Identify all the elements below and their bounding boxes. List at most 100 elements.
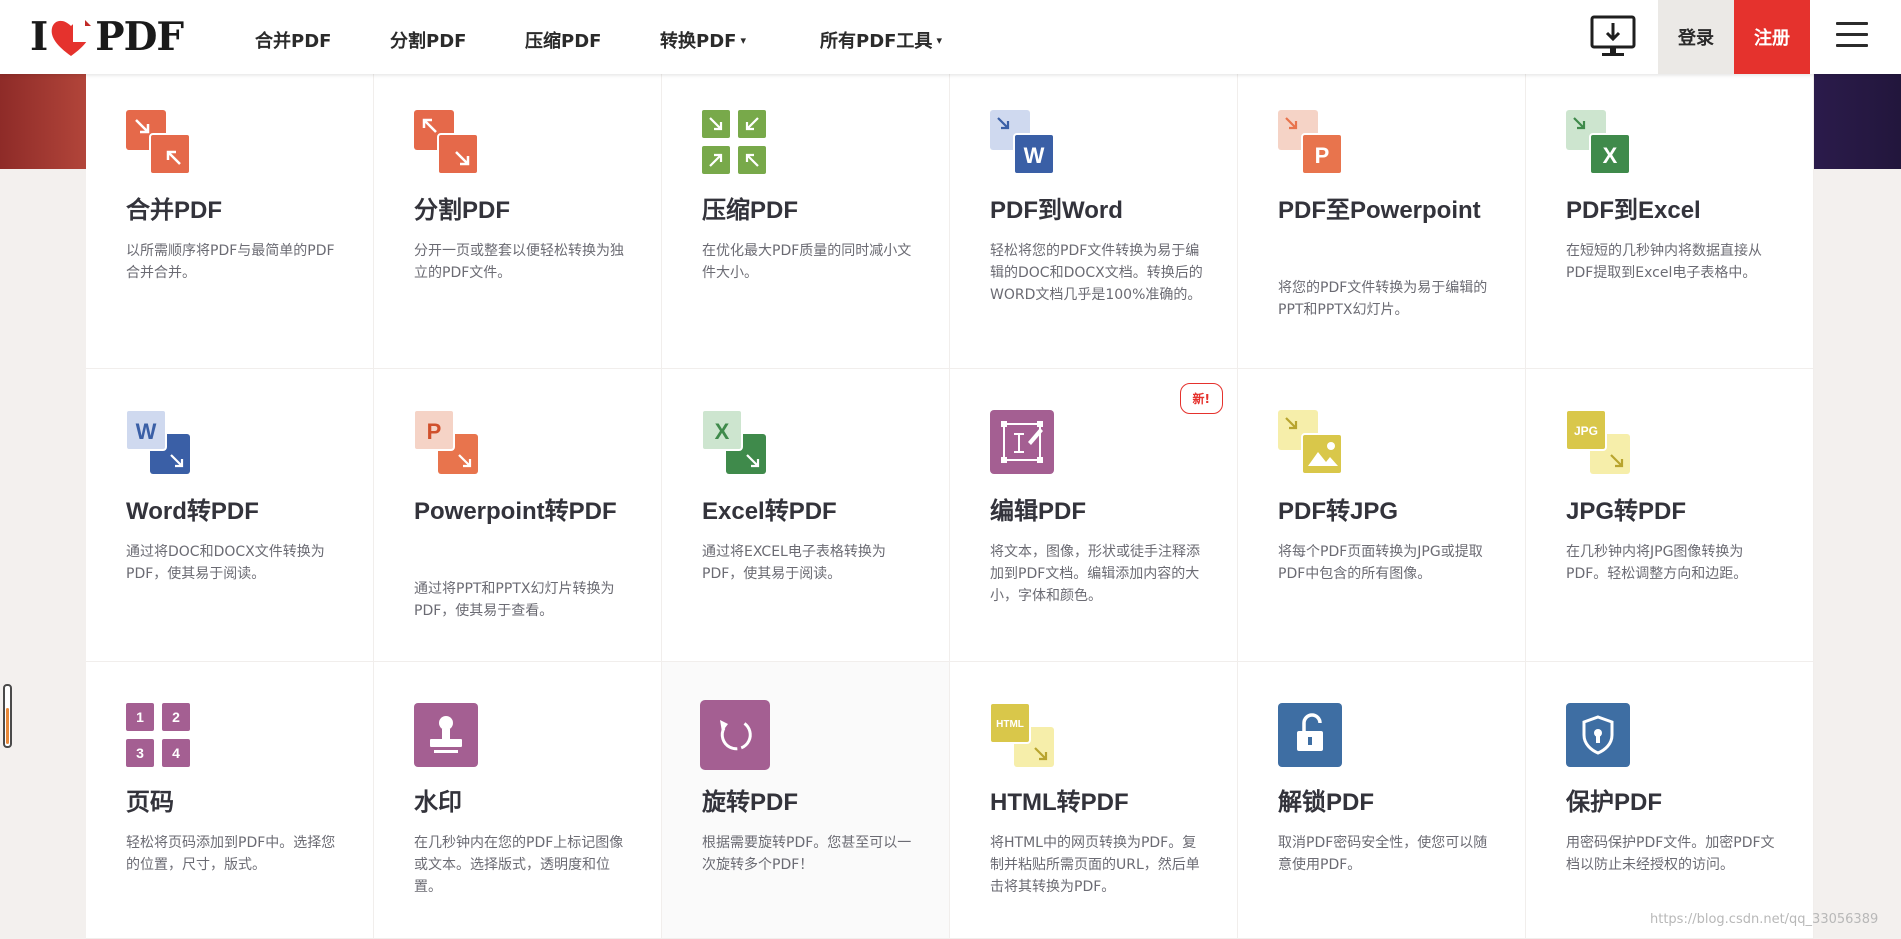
nav-all-tools[interactable]: 所有PDF工具 ▾ xyxy=(820,27,942,53)
tool-title: 合并PDF xyxy=(126,197,222,224)
tool-title: PDF到Word xyxy=(990,197,1123,224)
scroll-thumb[interactable] xyxy=(6,708,9,744)
jpg-to-pdf-icon: JPG xyxy=(1565,409,1632,476)
tool-title: HTML转PDF xyxy=(990,789,1129,816)
page-numbers-icon: 1 2 3 4 xyxy=(126,703,192,769)
tool-title: PDF至Powerpoint xyxy=(1278,197,1481,224)
pdf-to-jpg-icon xyxy=(1278,410,1344,476)
tool-description: 在短短的几秒钟内将数据直接从PDF提取到Excel电子表格中。 xyxy=(1566,243,1762,281)
excel-to-pdf-icon: X xyxy=(701,409,768,476)
svg-text:X: X xyxy=(1603,143,1618,168)
tool-card-pdf-to-powerpoint[interactable]: P PDF至Powerpoint 将您的PDF文件转换为易于编辑的PPT和PPT… xyxy=(1238,74,1526,369)
tool-card-html-to-pdf[interactable]: HTML HTML转PDF 将HTML中的网页转换为PDF。复制并粘贴所需页面的… xyxy=(950,662,1238,939)
hamburger-menu-icon[interactable] xyxy=(1836,22,1868,50)
tool-card-split[interactable]: 分割PDF 分开一页或整套以便轻松转换为独立的PDF文件。 xyxy=(374,74,662,369)
merge-icon xyxy=(126,110,192,176)
tool-description: 通过将PPT和PPTX幻灯片转换为PDF，使其易于查看。 xyxy=(414,581,615,619)
tool-card-unlock-pdf[interactable]: 解锁PDF 取消PDF密码安全性，使您可以随意使用PDF。 xyxy=(1238,662,1526,939)
tool-description: 分开一页或整套以便轻松转换为独立的PDF文件。 xyxy=(414,243,624,281)
word-to-pdf-icon: W xyxy=(125,409,192,476)
nav-label: 分割PDF xyxy=(390,31,467,52)
top-header: I PDF 合并PDF 分割PDF 压缩PDF 转换PDF ▾ 所有PDF工具 ▾ … xyxy=(0,0,1901,74)
tool-title: PDF转JPG xyxy=(1278,498,1399,525)
svg-text:X: X xyxy=(715,419,730,444)
compress-icon xyxy=(702,110,768,176)
tool-title: 保护PDF xyxy=(1566,789,1662,816)
unlock-pdf-icon xyxy=(1278,703,1344,769)
tool-title: 分割PDF xyxy=(414,197,510,224)
protect-pdf-icon xyxy=(1566,703,1632,769)
tool-title: 编辑PDF xyxy=(990,498,1086,525)
tool-title: Excel转PDF xyxy=(702,498,837,525)
tool-description: 在几秒钟内将JPG图像转换为PDF。轻松调整方向和边距。 xyxy=(1566,544,1748,582)
tool-card-compress[interactable]: 压缩PDF 在优化最大PDF质量的同时减小文件大小。 xyxy=(662,74,950,369)
tool-description: 以所需顺序将PDF与最简单的PDF合并合并。 xyxy=(126,243,335,281)
html-to-pdf-icon: HTML xyxy=(989,702,1056,769)
nav-compress-pdf[interactable]: 压缩PDF xyxy=(525,27,601,53)
tool-card-page-numbers[interactable]: 1 2 3 4 页码 轻松将页码添加到PDF中。选择您的位置，尺寸，版式。 xyxy=(86,662,374,939)
watermark-icon xyxy=(414,703,480,769)
svg-text:2: 2 xyxy=(172,709,180,725)
heart-logo-icon xyxy=(49,16,93,58)
tool-card-excel-to-pdf[interactable]: X Excel转PDF 通过将EXCEL电子表格转换为PDF，使其易于阅读。 xyxy=(662,369,950,662)
pdf-to-powerpoint-icon: P xyxy=(1278,110,1344,176)
tool-description: 用密码保护PDF文件。加密PDF文档以防止未经授权的访问。 xyxy=(1566,835,1775,873)
login-button[interactable]: 登录 xyxy=(1658,0,1734,74)
tool-title: Word转PDF xyxy=(126,498,259,525)
tool-card-rotate-pdf[interactable]: 旋转PDF 根据需要旋转PDF。您甚至可以一次旋转多个PDF！ xyxy=(662,662,950,939)
svg-text:1: 1 xyxy=(136,709,144,725)
tool-description: 通过将DOC和DOCX文件转换为PDF，使其易于阅读。 xyxy=(126,544,325,582)
pdf-to-word-icon: W xyxy=(990,110,1056,176)
tool-title: JPG转PDF xyxy=(1566,498,1687,525)
tool-card-watermark[interactable]: 水印 在几秒钟内在您的PDF上标记图像或文本。选择版式，透明度和位置。 xyxy=(374,662,662,939)
svg-text:W: W xyxy=(1024,143,1045,168)
background-band-right xyxy=(1814,74,1901,169)
tool-title: 压缩PDF xyxy=(702,197,798,224)
tool-description: 将HTML中的网页转换为PDF。复制并粘贴所需页面的URL，然后单击将其转换为P… xyxy=(990,835,1200,895)
svg-text:3: 3 xyxy=(136,745,144,761)
tool-title: PDF到Excel xyxy=(1566,197,1701,224)
tool-description: 将文本，图像，形状或徒手注释添加到PDF文档。编辑添加内容的大小，字体和颜色。 xyxy=(990,544,1200,604)
tool-card-powerpoint-to-pdf[interactable]: P Powerpoint转PDF 通过将PPT和PPTX幻灯片转换为PDF，使其… xyxy=(374,369,662,662)
nav-split-pdf[interactable]: 分割PDF xyxy=(390,27,466,53)
nav-label: 转换PDF xyxy=(660,31,737,52)
pdf-to-excel-icon: X xyxy=(1566,110,1632,176)
tool-card-pdf-to-jpg[interactable]: PDF转JPG 将每个PDF页面转换为JPG或提取PDF中包含的所有图像。 xyxy=(1238,369,1526,662)
watermark-text: https://blog.csdn.net/qq_33056389 xyxy=(1650,912,1879,927)
tool-title: 页码 xyxy=(126,789,174,816)
logo-text-pdf: PDF xyxy=(95,14,184,60)
tool-card-edit-pdf[interactable]: 新! 编辑PDF 将文本，图像，形状或徒手注释添加到PDF文档。编辑添加内容的大… xyxy=(950,369,1238,662)
ilovepdf-logo[interactable]: I PDF xyxy=(30,14,184,60)
svg-text:JPG: JPG xyxy=(1574,424,1598,438)
tool-card-pdf-to-word[interactable]: W PDF到Word 轻松将您的PDF文件转换为易于编辑的DOC和DOCX文档。… xyxy=(950,74,1238,369)
signup-button[interactable]: 注册 xyxy=(1734,0,1810,74)
tool-title: 旋转PDF xyxy=(702,789,798,816)
tool-card-pdf-to-excel[interactable]: X PDF到Excel 在短短的几秒钟内将数据直接从PDF提取到Excel电子表… xyxy=(1526,74,1814,369)
svg-text:P: P xyxy=(427,419,442,444)
scroll-indicator[interactable] xyxy=(3,684,12,748)
nav-convert-pdf[interactable]: 转换PDF ▾ xyxy=(660,27,746,53)
svg-text:HTML: HTML xyxy=(996,719,1024,730)
tool-title: Powerpoint转PDF xyxy=(414,498,617,525)
tool-card-merge[interactable]: 合并PDF 以所需顺序将PDF与最简单的PDF合并合并。 xyxy=(86,74,374,369)
svg-text:4: 4 xyxy=(172,745,180,761)
tool-description: 根据需要旋转PDF。您甚至可以一次旋转多个PDF！ xyxy=(702,835,912,873)
nav-merge-pdf[interactable]: 合并PDF xyxy=(255,27,331,53)
tool-description: 通过将EXCEL电子表格转换为PDF，使其易于阅读。 xyxy=(702,544,886,582)
new-badge: 新! xyxy=(1179,383,1223,414)
svg-text:W: W xyxy=(136,419,157,444)
nav-label: 所有PDF工具 xyxy=(820,31,933,52)
tool-description: 在几秒钟内在您的PDF上标记图像或文本。选择版式，透明度和位置。 xyxy=(414,835,624,895)
tool-card-protect-pdf[interactable]: 保护PDF 用密码保护PDF文件。加密PDF文档以防止未经授权的访问。 xyxy=(1526,662,1814,939)
tool-description: 将每个PDF页面转换为JPG或提取PDF中包含的所有图像。 xyxy=(1278,544,1483,582)
desktop-app-icon[interactable] xyxy=(1590,14,1636,60)
tool-description: 轻松将页码添加到PDF中。选择您的位置，尺寸，版式。 xyxy=(126,835,336,873)
tool-card-jpg-to-pdf[interactable]: JPG JPG转PDF 在几秒钟内将JPG图像转换为PDF。轻松调整方向和边距。 xyxy=(1526,369,1814,662)
background-band-left xyxy=(0,74,86,169)
caret-down-icon: ▾ xyxy=(740,34,746,47)
tool-card-word-to-pdf[interactable]: W Word转PDF 通过将DOC和DOCX文件转换为PDF，使其易于阅读。 xyxy=(86,369,374,662)
tool-description: 将您的PDF文件转换为易于编辑的PPT和PPTX幻灯片。 xyxy=(1278,280,1488,318)
tools-grid: 合并PDF 以所需顺序将PDF与最简单的PDF合并合并。 分割PDF 分开一页或… xyxy=(86,74,1814,939)
powerpoint-to-pdf-icon: P xyxy=(413,409,480,476)
rotate-pdf-icon xyxy=(700,700,770,770)
